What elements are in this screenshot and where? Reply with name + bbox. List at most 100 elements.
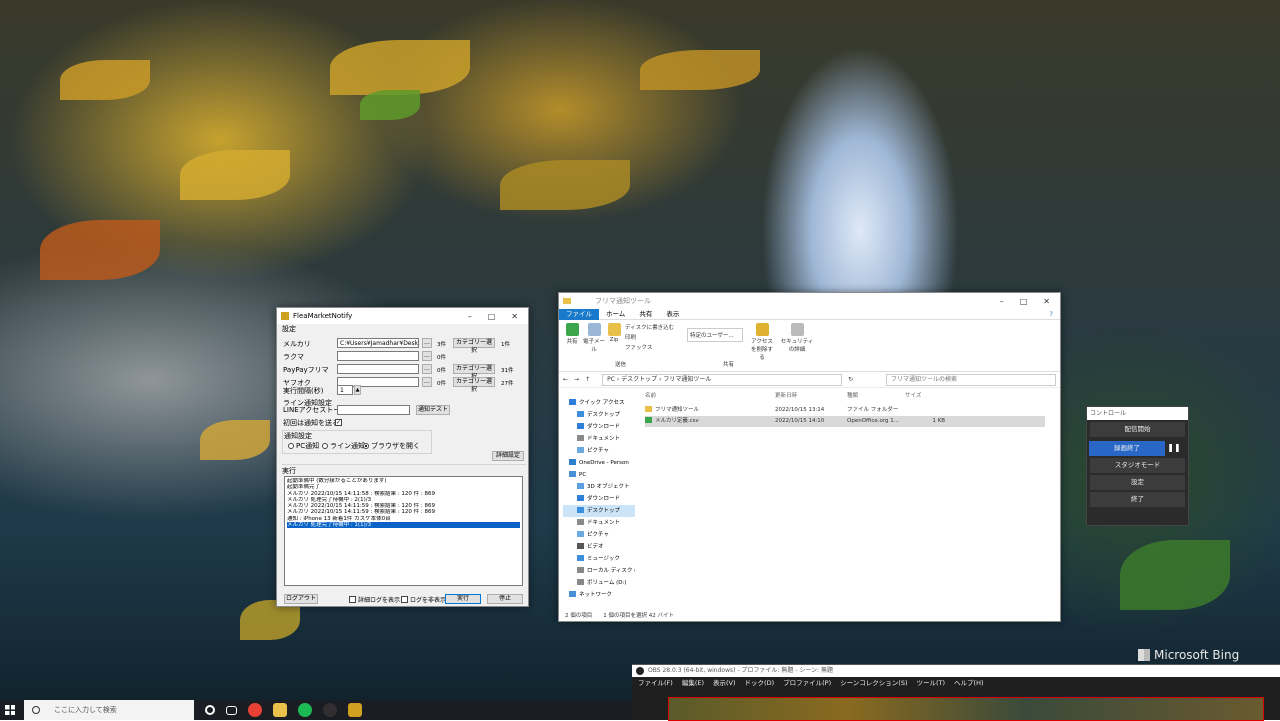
logout-button[interactable]: ログアウト <box>284 594 318 604</box>
settings-button[interactable]: 設定 <box>1090 475 1185 490</box>
interval-input[interactable]: 1 <box>337 385 353 395</box>
obs-menu-item[interactable]: ファイル(F) <box>638 677 673 689</box>
help-icon[interactable]: ? <box>1043 309 1060 320</box>
nav-item[interactable]: デスクトップ <box>563 409 635 421</box>
maximize-icon[interactable]: □ <box>1020 297 1028 306</box>
notify-first-checkbox[interactable]: ✓ <box>335 419 342 426</box>
nav-item[interactable]: ボリューム (D:) <box>563 577 635 589</box>
log-line[interactable]: メルカリ 処理完了待機中 : 1(1)/3 <box>287 522 520 529</box>
nav-item[interactable]: ビデオ <box>563 541 635 553</box>
file-row[interactable]: メルカリ定義.csv 2022/10/15 14:10 OpenOffice.o… <box>645 416 1045 427</box>
obs-menu-item[interactable]: 編集(E) <box>682 677 704 689</box>
obs-menu-item[interactable]: ドック(D) <box>745 677 775 689</box>
taskbar-search-input[interactable]: ここに入力して検索 <box>24 700 194 720</box>
nav-item[interactable]: ピクチャ <box>563 445 635 457</box>
search-input[interactable]: フリマ通知ツールの検索 <box>886 373 1056 386</box>
close-icon[interactable]: ✕ <box>1043 297 1050 306</box>
run-button[interactable]: 実行 <box>445 594 481 604</box>
stop-record-button[interactable]: 録画終了 <box>1089 441 1165 456</box>
notify-radio-browser[interactable]: ブラウザを開く <box>363 441 420 451</box>
maximize-icon[interactable]: □ <box>488 312 496 321</box>
hide-log-checkbox[interactable]: ログを非表示 <box>401 595 446 604</box>
site-path-input[interactable] <box>337 351 419 361</box>
cortana-icon[interactable] <box>205 705 215 715</box>
notify-radio-pc[interactable]: PC通知 <box>288 441 319 451</box>
chrome-icon[interactable] <box>248 703 262 717</box>
ribbon-specific-user-button[interactable]: 特定のユーザー... <box>687 328 743 342</box>
obs-preview[interactable] <box>668 697 1264 721</box>
ribbon-print-button[interactable]: 印刷 <box>625 333 636 341</box>
minimize-icon[interactable]: – <box>468 312 472 321</box>
nav-item[interactable]: ミュージック <box>563 553 635 565</box>
category-select-button[interactable]: カテゴリー選択 <box>453 338 495 354</box>
nav-item[interactable]: ドキュメント <box>563 433 635 445</box>
column-date[interactable]: 更新日時 <box>775 391 847 402</box>
refresh-icon[interactable]: ↻ <box>848 376 853 383</box>
browse-button[interactable]: … <box>422 364 432 374</box>
category-select-button[interactable]: カテゴリー選択 <box>453 364 495 380</box>
ribbon-remove-access-button[interactable]: アクセスを削除する <box>749 323 775 361</box>
back-icon[interactable]: ← <box>563 376 568 383</box>
task-view-icon[interactable] <box>226 705 237 715</box>
start-stream-button[interactable]: 配信開始 <box>1090 422 1185 437</box>
spotify-icon[interactable] <box>298 703 312 717</box>
column-type[interactable]: 種類 <box>847 391 905 402</box>
file-row[interactable]: フリマ通知ツール 2022/10/15 13:14 ファイル フォルダー <box>645 405 1045 416</box>
tab-view[interactable]: 表示 <box>659 309 686 320</box>
ribbon-email-button[interactable]: 電子メール <box>583 323 605 353</box>
nav-item[interactable]: PC <box>563 469 635 481</box>
nav-item[interactable]: ドキュメント <box>563 517 635 529</box>
windows-start-icon[interactable] <box>5 705 15 715</box>
obs-menu-item[interactable]: 表示(V) <box>713 677 736 689</box>
tab-home[interactable]: ホーム <box>599 309 632 320</box>
nav-item[interactable]: ダウンロード <box>563 421 635 433</box>
column-name[interactable]: 名前 <box>645 391 775 402</box>
site-path-input[interactable] <box>337 364 419 374</box>
nav-item[interactable]: デスクトップ <box>563 505 635 517</box>
obs-menu-item[interactable]: ツール(T) <box>916 677 945 689</box>
detail-log-checkbox[interactable]: 詳細ログを表示 <box>349 595 400 604</box>
tab-file[interactable]: ファイル <box>559 308 599 320</box>
nav-item[interactable]: 3D オブジェクト <box>563 481 635 493</box>
exit-button[interactable]: 終了 <box>1090 492 1185 507</box>
pause-icon[interactable]: ❚❚ <box>1165 440 1183 455</box>
ribbon-security-button[interactable]: セキュリティの詳細 <box>779 323 815 353</box>
obs-menu-item[interactable]: シーンコレクション(S) <box>840 677 907 689</box>
fleamarket-app-icon[interactable] <box>348 703 362 717</box>
obs-menu-item[interactable]: ヘルプ(H) <box>954 677 983 689</box>
breadcrumb[interactable]: PC › デスクトップ › フリマ通知ツール <box>602 373 843 386</box>
nav-item[interactable]: クイック アクセス <box>563 397 635 409</box>
forward-icon[interactable]: → <box>574 376 579 383</box>
ribbon-share-button[interactable]: 共有 <box>563 323 581 345</box>
detail-settings-button[interactable]: 詳細設定 <box>492 451 524 461</box>
stop-button[interactable]: 停止 <box>487 594 523 604</box>
nav-item[interactable]: OneDrive - Person <box>563 457 635 469</box>
ribbon-fax-button[interactable]: ファックス <box>625 343 652 351</box>
line-test-button[interactable]: 通知テスト <box>416 405 450 415</box>
browse-button[interactable]: … <box>422 351 432 361</box>
file-explorer-icon[interactable] <box>273 703 287 717</box>
category-select-button[interactable]: カテゴリー選択 <box>453 377 495 393</box>
up-icon[interactable]: ↑ <box>585 376 590 383</box>
ribbon-zip-button[interactable]: Zip <box>607 323 621 343</box>
log-list[interactable]: 起動準備中 (数分掛かることがあります) 起動準備完了 メルカリ 2022/10/1… <box>284 476 523 586</box>
nav-item[interactable]: ピクチャ <box>563 529 635 541</box>
browse-button[interactable]: … <box>422 338 432 348</box>
nav-item[interactable]: ローカル ディスク (C <box>563 565 635 577</box>
site-path-input[interactable]: C:¥Users¥Jamadhar¥Desktop¥ <box>337 338 419 348</box>
minimize-icon[interactable]: – <box>1000 297 1004 306</box>
ribbon-burn-button[interactable]: ディスクに書き込む <box>625 323 674 331</box>
browse-button[interactable]: … <box>422 377 432 387</box>
tab-share[interactable]: 共有 <box>632 309 659 320</box>
obs-icon[interactable] <box>323 703 337 717</box>
obs-menu-item[interactable]: プロファイル(P) <box>783 677 831 689</box>
file-list: 名前 更新日時 種類 サイズ フリマ通知ツール 2022/10/15 13:14… <box>645 391 1045 427</box>
nav-item[interactable]: ネットワーク <box>563 589 635 601</box>
close-icon[interactable]: ✕ <box>511 312 518 321</box>
notify-radio-line[interactable]: ライン通知 <box>322 441 365 451</box>
line-token-input[interactable] <box>337 405 410 415</box>
column-size[interactable]: サイズ <box>905 391 945 402</box>
studio-mode-button[interactable]: スタジオモード <box>1090 458 1185 473</box>
interval-spinner[interactable]: ▲ <box>354 385 361 395</box>
nav-item[interactable]: ダウンロード <box>563 493 635 505</box>
